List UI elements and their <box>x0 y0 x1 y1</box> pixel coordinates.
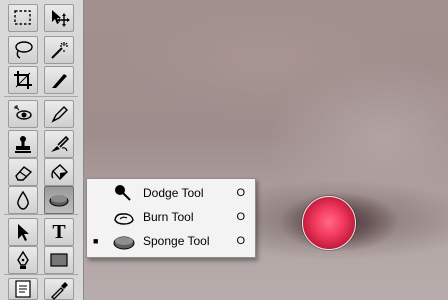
notes-tool[interactable] <box>8 278 38 300</box>
toolbox-separator <box>4 214 78 215</box>
brush-cursor-circle <box>302 196 356 250</box>
eyedropper-tool[interactable] <box>44 278 74 300</box>
eraser-icon <box>15 166 33 181</box>
history-brush-icon <box>51 135 70 152</box>
magic-wand-icon <box>51 42 68 59</box>
menu-item-label: Sponge Tool <box>143 234 210 248</box>
menu-item-label: Burn Tool <box>143 210 194 224</box>
move-icon <box>52 10 70 27</box>
marquee-icon <box>14 10 31 25</box>
paint-bucket-icon <box>51 164 68 181</box>
water-drop-icon <box>17 190 29 210</box>
menu-item-shortcut: O <box>236 187 245 199</box>
slice-tool[interactable] <box>44 66 74 94</box>
crop-tool[interactable] <box>8 66 38 94</box>
red-eye-icon <box>14 105 32 120</box>
lasso-tool[interactable] <box>8 36 38 64</box>
type-tool[interactable]: T <box>44 218 74 246</box>
notes-icon <box>15 280 31 298</box>
menu-item-label: Dodge Tool <box>143 186 204 200</box>
brush-tool[interactable] <box>44 100 74 128</box>
slice-icon <box>52 74 67 88</box>
menu-item-dodge-tool[interactable]: Dodge Tool O <box>87 181 255 205</box>
eyedropper-icon <box>51 282 68 300</box>
paint-bucket-tool[interactable] <box>44 158 74 186</box>
history-brush-tool[interactable] <box>44 130 74 158</box>
menu-item-sponge-tool[interactable]: ■ Sponge Tool O <box>87 229 255 253</box>
dodge-icon <box>111 182 137 204</box>
burn-icon <box>111 206 137 228</box>
clone-stamp-tool[interactable] <box>8 130 38 158</box>
sponge-icon <box>49 195 69 207</box>
type-icon: T <box>52 220 66 243</box>
active-tool-marker: ■ <box>93 236 99 246</box>
eraser-tool[interactable] <box>8 158 38 186</box>
pen-nib-icon <box>17 250 29 269</box>
menu-item-shortcut: O <box>236 235 245 247</box>
blur-tool[interactable] <box>8 186 38 214</box>
move-tool[interactable] <box>44 4 74 32</box>
rectangle-icon <box>50 253 68 267</box>
stamp-icon <box>15 136 31 153</box>
magic-wand-tool[interactable] <box>44 36 74 64</box>
healing-brush-tool[interactable] <box>8 100 38 128</box>
pencil-icon <box>51 106 68 123</box>
menu-item-shortcut: O <box>236 211 245 223</box>
menu-item-burn-tool[interactable]: Burn Tool O <box>87 205 255 229</box>
toning-tools-flyout-menu: Dodge Tool O Burn Tool O ■ Sponge Tool O <box>86 178 256 258</box>
sponge-icon <box>111 230 137 252</box>
crop-icon <box>14 71 32 89</box>
lasso-icon <box>15 41 33 59</box>
rectangular-marquee-tool[interactable] <box>8 4 38 32</box>
toolbox: T <box>0 0 84 300</box>
path-selection-tool[interactable] <box>8 218 38 246</box>
arrow-icon <box>18 224 29 241</box>
pen-tool[interactable] <box>8 246 38 274</box>
toolbox-separator <box>4 274 78 275</box>
rectangle-shape-tool[interactable] <box>44 246 74 274</box>
sponge-tool[interactable] <box>44 186 74 214</box>
toolbox-separator <box>4 96 78 97</box>
